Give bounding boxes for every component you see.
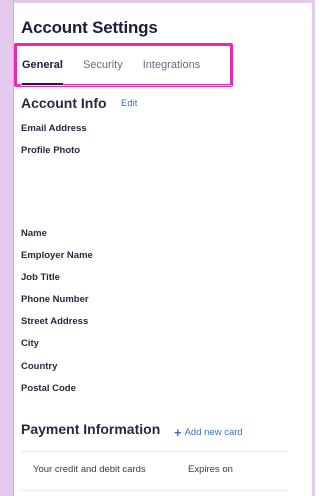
add-new-card-label: Add new card	[184, 427, 243, 438]
frame-left-border	[0, 0, 14, 496]
tab-general[interactable]: General	[22, 59, 63, 85]
plus-icon: +	[174, 425, 182, 440]
field-label-name: Name	[21, 228, 47, 239]
field-label-street: Street Address	[21, 316, 89, 327]
field-label-email: Email Address	[21, 123, 87, 134]
add-new-card-button[interactable]: + Add new card	[174, 425, 243, 440]
cards-header-bottom-divider	[21, 490, 288, 491]
field-label-postal-code: Postal Code	[21, 383, 76, 394]
cards-header-top-divider	[21, 451, 288, 452]
account-info-title: Account Info	[21, 95, 107, 111]
frame-right-border	[312, 0, 315, 496]
tab-security[interactable]: Security	[83, 59, 123, 79]
page-title: Account Settings	[21, 18, 158, 37]
field-label-phone: Phone Number	[21, 294, 89, 305]
field-label-job-title: Job Title	[21, 272, 60, 283]
field-label-employer: Employer Name	[21, 250, 93, 261]
tab-bar: General Security Integrations	[22, 59, 220, 85]
field-label-city: City	[21, 338, 39, 349]
expires-column-header: Expires on	[188, 464, 233, 475]
tab-integrations[interactable]: Integrations	[143, 59, 200, 79]
field-label-country: Country	[21, 361, 58, 372]
payment-info-title: Payment Information	[21, 421, 161, 437]
cards-column-header: Your credit and debit cards	[33, 464, 146, 475]
tabs-divider	[20, 85, 232, 86]
edit-account-info-link[interactable]: Edit	[121, 98, 137, 109]
field-label-profile-photo: Profile Photo	[21, 145, 81, 156]
